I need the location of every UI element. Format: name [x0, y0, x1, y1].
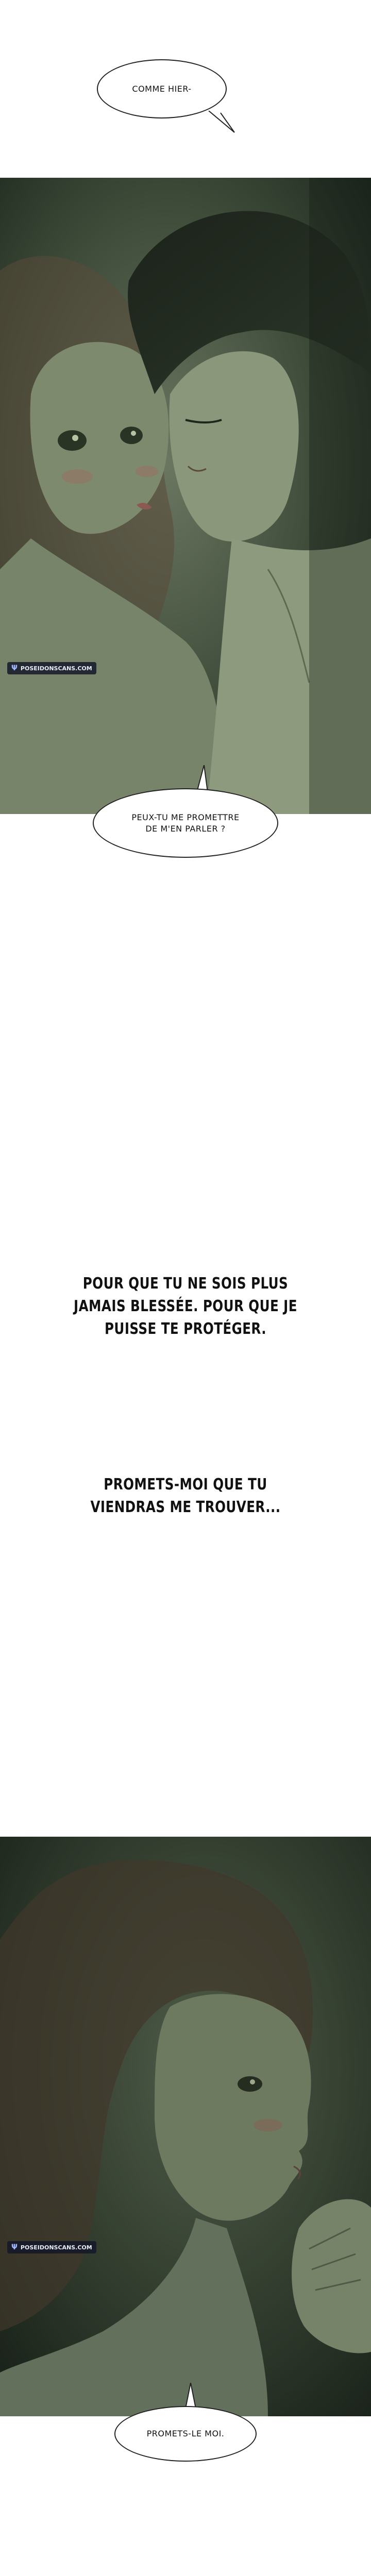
illustration-panel-2: Ψ POSEIDONSCANS.COM: [0, 1837, 371, 2416]
panel-1-artwork: [0, 178, 371, 814]
caption-2-line1: PROMETS-MOI QUE TU: [104, 1476, 267, 1494]
speech-bubble-1-tail: [208, 111, 235, 133]
speech-bubble-2: PEUX-TU ME PROMETTRE DE M'EN PARLER ?: [93, 788, 278, 858]
caption-1-line3: PUISSE TE PROTÉGER.: [104, 1320, 267, 1338]
watermark-2-text: POSEIDONSCANS.COM: [20, 2244, 92, 2251]
watermark-1: Ψ POSEIDONSCANS.COM: [7, 662, 96, 674]
watermark-1-text: POSEIDONSCANS.COM: [20, 665, 92, 672]
panel-2-artwork: [0, 1837, 371, 2416]
speech-text-1: COMME HIER-: [132, 83, 192, 94]
narration-caption-2: PROMETS-MOI QUE TU VIENDRAS ME TROUVER..…: [33, 1473, 338, 1519]
speech-bubble-1: COMME HIER-: [97, 59, 227, 118]
narration-caption-1: POUR QUE TU NE SOIS PLUS JAMAIS BLESSÉE.…: [33, 1273, 338, 1341]
speech-text-3: PROMETS-LE MOI.: [146, 2429, 225, 2438]
speech-text-2-line1: PEUX-TU ME PROMETTRE: [131, 812, 240, 822]
speech-text-2-line2: DE M'EN PARLER ?: [145, 823, 226, 834]
trident-icon: Ψ: [11, 2243, 18, 2251]
trident-icon: Ψ: [11, 664, 18, 672]
caption-1-line2: JAMAIS BLESSÉE. POUR QUE JE: [74, 1297, 297, 1315]
speech-bubble-3: PROMETS-LE MOI.: [114, 2406, 257, 2462]
caption-2-line2: VIENDRAS ME TROUVER...: [90, 1498, 281, 1516]
caption-1-line1: POUR QUE TU NE SOIS PLUS: [82, 1275, 289, 1293]
illustration-panel-1: Ψ POSEIDONSCANS.COM: [0, 178, 371, 814]
watermark-2: Ψ POSEIDONSCANS.COM: [7, 2241, 96, 2253]
